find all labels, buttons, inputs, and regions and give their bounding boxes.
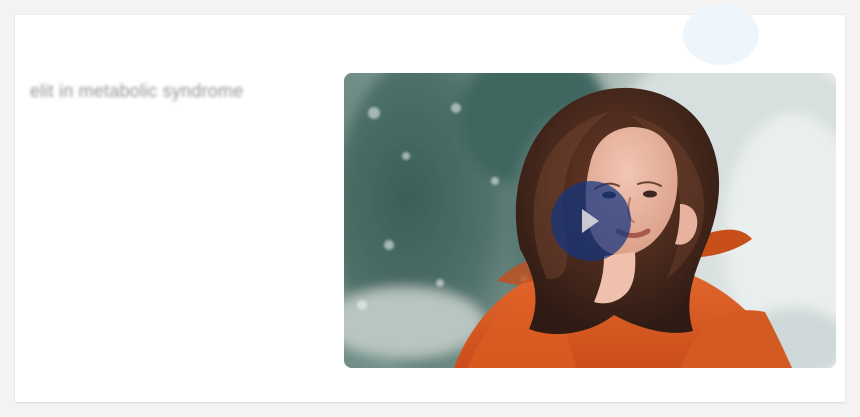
video-player[interactable] xyxy=(344,73,836,368)
page-background: elit in metabolic syndrome xyxy=(0,0,860,417)
play-icon xyxy=(582,209,599,233)
section-heading: elit in metabolic syndrome xyxy=(30,81,244,101)
decorative-bubble xyxy=(683,5,759,65)
play-button[interactable] xyxy=(551,181,631,261)
content-card: elit in metabolic syndrome xyxy=(15,5,845,402)
